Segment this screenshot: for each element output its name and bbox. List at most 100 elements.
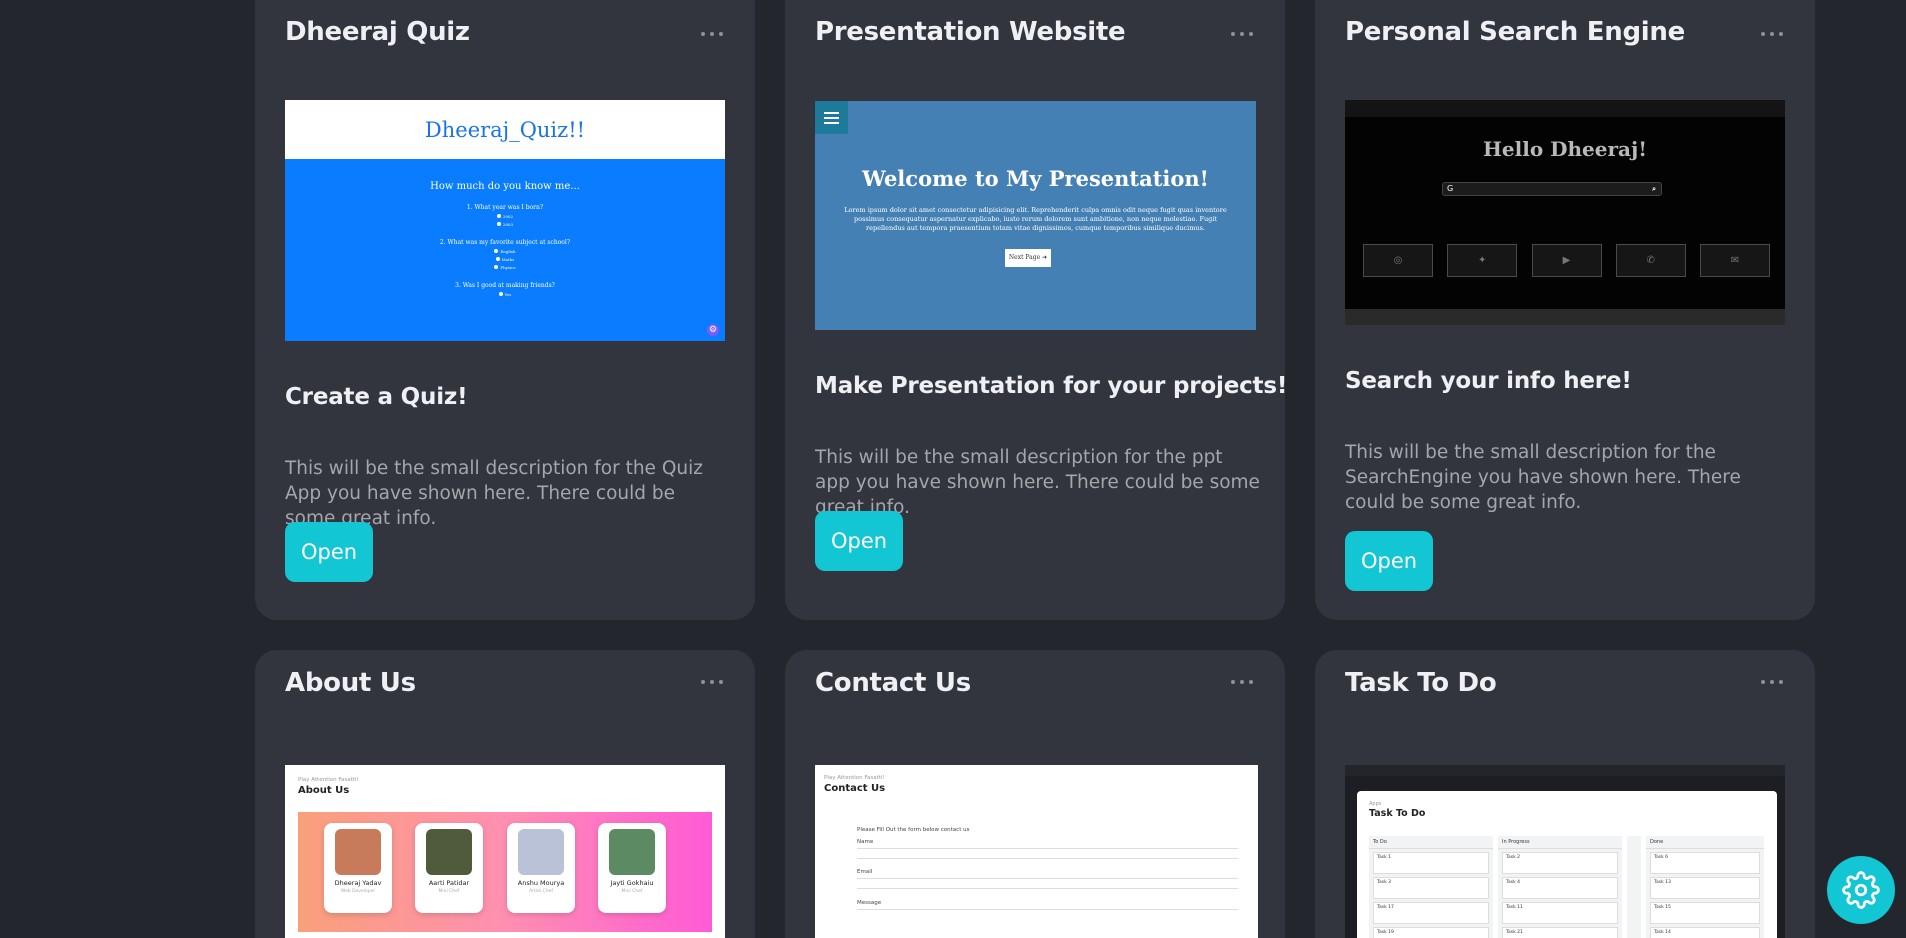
project-card-contact: Contact Us Play Attention Fasatti! Conta… [785, 650, 1285, 938]
card-subtitle: Create a Quiz! [285, 384, 468, 410]
gear-icon: ⚙ [707, 324, 719, 336]
quiz-option: 2002 [285, 214, 725, 219]
open-button[interactable]: Open [815, 511, 904, 571]
card-description: This will be the small description for t… [1345, 442, 1741, 513]
task-card: Task 17 [1373, 902, 1489, 924]
more-options-icon[interactable] [1231, 680, 1253, 684]
member-name: Aarti Patidar [428, 879, 470, 887]
card-title: Presentation Website [815, 17, 1126, 47]
column-header: Done [1646, 836, 1764, 849]
quiz-option: Maths [285, 257, 725, 262]
card-title: About Us [285, 668, 416, 698]
quiz-question: 2. What was my favorite subject at schoo… [439, 239, 571, 246]
quiz-preview-body: How much do you know me... 1. What year … [285, 159, 725, 341]
quiz-option: Physics [285, 265, 725, 270]
avatar [609, 829, 655, 875]
task-card: Task 6 [1650, 852, 1760, 874]
more-options-icon[interactable] [701, 32, 723, 36]
menu-icon [815, 101, 848, 134]
about-preview-heading: About Us [298, 785, 350, 796]
member-card: Aarti Patidar Mini Chef [415, 823, 483, 913]
avatar [335, 829, 381, 875]
more-options-icon[interactable] [701, 680, 723, 684]
open-button[interactable]: Open [1345, 531, 1434, 591]
quiz-preview-heading: How much do you know me... [430, 181, 580, 192]
quiz-option: Yes [285, 292, 725, 297]
field-label: Email [857, 869, 873, 875]
presentation-preview-body: Lorem ipsum dolor sit amet consectetur a… [844, 206, 1227, 232]
preview-footer [1345, 309, 1785, 325]
quiz-question: 1. What year was I born? [466, 204, 544, 211]
todo-preview-small: Apps [1369, 801, 1382, 807]
field-line [857, 888, 1238, 889]
member-role: Mini Chef [438, 889, 460, 894]
task-card: Task 1 [1373, 852, 1489, 874]
settings-button[interactable] [1827, 856, 1895, 924]
card-description: This will be the small description for t… [285, 458, 703, 529]
member-name: Dheeraj Yadav [334, 879, 382, 887]
card-title: Personal Search Engine [1345, 17, 1685, 47]
column-header: To Do [1369, 836, 1493, 849]
quiz-preview-image: Dheeraj_Quiz!! How much do you know me..… [285, 100, 725, 341]
search-preview-heading: Hello Dheeraj! [1483, 137, 1647, 161]
presentation-preview-heading: Welcome to My Presentation! [862, 166, 1209, 191]
field-label: Message [857, 900, 882, 906]
quiz-preview-header: Dheeraj_Quiz!! [285, 100, 725, 159]
more-options-icon[interactable] [1761, 680, 1783, 684]
card-subtitle: Search your info here! [1345, 368, 1632, 394]
youtube-icon: ▶ [1531, 244, 1602, 277]
search-input: G ⌕ [1442, 182, 1662, 196]
todo-column: To Do Task 1 Task 3 Task 17 Task 19 [1369, 836, 1493, 938]
task-card: Task 2 [1502, 852, 1618, 874]
member-card: Jayti Gokhaiu Mini Chef [598, 823, 666, 913]
project-card-search-engine: Personal Search Engine Hello Dheeraj! G ⌕… [1315, 0, 1815, 620]
preview-navbar [1345, 100, 1785, 117]
member-card: Dheeraj Yadav Web Developer [324, 823, 392, 913]
project-card-about: About Us Play Attention Fasatti! About U… [255, 650, 755, 938]
member-card: Anshu Mourya Artist Chef [507, 823, 575, 913]
todo-column: In Progress Task 2 Task 4 Task 11 Task 2… [1498, 836, 1622, 938]
quiz-option: English [285, 249, 725, 254]
card-title: Task To Do [1345, 668, 1497, 698]
contact-preview-heading: Contact Us [824, 783, 886, 794]
task-card: Task 4 [1502, 877, 1618, 899]
member-role: Web Developer [340, 889, 376, 894]
contact-preview-small: Play Attention Fasatti! [824, 775, 885, 781]
search-engine-preview-image: Hello Dheeraj! G ⌕ ◎ ✦ ▶ ✆ ✉ [1345, 100, 1785, 325]
instagram-icon: ◎ [1363, 244, 1433, 277]
contact-preview-image: Play Attention Fasatti! Contact Us Pleas… [815, 765, 1258, 938]
preview-navbar [1345, 765, 1785, 776]
quiz-question: 3. Was I good at making friends? [455, 282, 555, 289]
about-preview-image: Play Attention Fasatti! About Us Dheeraj… [285, 765, 725, 938]
search-icon: ⌕ [1652, 185, 1656, 193]
whatsapp-icon: ✆ [1615, 244, 1686, 277]
contact-preview-intro: Please Fill Out the form below contact u… [857, 827, 970, 833]
presentation-preview-image: Welcome to My Presentation! Lorem ipsum … [815, 101, 1256, 330]
more-options-icon[interactable] [1231, 32, 1253, 36]
open-button[interactable]: Open [285, 522, 374, 582]
task-card: Task 13 [1650, 877, 1760, 899]
todo-column: Done Task 6 Task 13 Task 15 Task 14 [1646, 836, 1764, 938]
project-card-todo: Task To Do Apps Task To Do To Do Task 1 … [1315, 650, 1815, 938]
more-options-icon[interactable] [1761, 32, 1783, 36]
member-role: Artist Chef [529, 889, 553, 894]
task-card: Task 3 [1373, 877, 1489, 899]
project-card-quiz: Dheeraj Quiz Dheeraj_Quiz!! How much do … [255, 0, 755, 620]
column-header: In Progress [1498, 836, 1622, 849]
about-preview-small: Play Attention Fasatti! [298, 777, 359, 783]
member-role: Mini Chef [621, 889, 643, 894]
gear-icon [1842, 871, 1880, 909]
project-card-presentation: Presentation Website Welcome to My Prese… [785, 0, 1288, 620]
mail-icon: ✉ [1700, 244, 1770, 277]
todo-preview-heading: Task To Do [1369, 808, 1426, 819]
quiz-option: 2003 [285, 222, 725, 227]
card-subtitle: Make Presentation for your projects! [815, 373, 1288, 399]
field-line [857, 909, 1238, 910]
quiz-preview-title: Dheeraj_Quiz!! [424, 117, 586, 142]
card-title: Contact Us [815, 668, 971, 698]
field-line [857, 878, 1238, 879]
twitter-icon: ✦ [1447, 244, 1518, 277]
task-card: Task 14 [1650, 927, 1760, 938]
field-line [857, 858, 1238, 859]
member-name: Anshu Mourya [517, 879, 565, 887]
